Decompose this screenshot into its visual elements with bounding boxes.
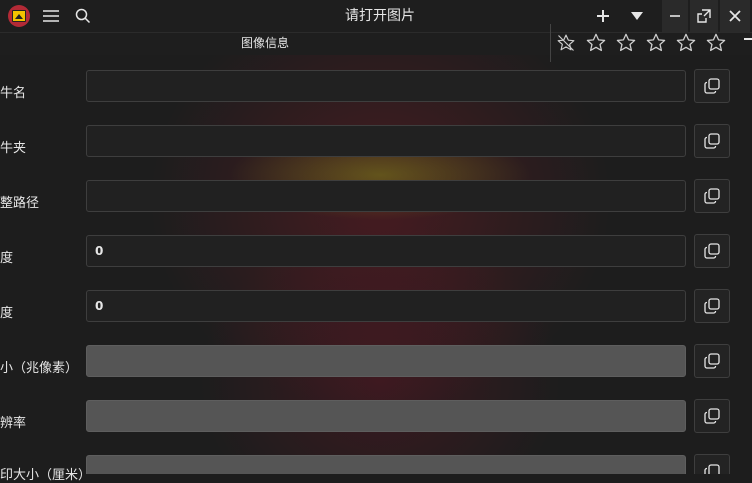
menu-icon[interactable] (38, 0, 64, 32)
star-icon[interactable] (701, 28, 731, 58)
clear-rating-icon[interactable] (551, 28, 581, 58)
row-label: 整路径 (0, 196, 40, 211)
copy-icon (704, 464, 720, 474)
info-field (86, 400, 686, 432)
copy-button[interactable] (694, 344, 730, 378)
panel-header: 图像信息 (0, 24, 752, 62)
info-field[interactable]: 0 (86, 290, 686, 322)
star-icon[interactable] (641, 28, 671, 58)
info-field[interactable] (86, 180, 686, 212)
star-icon[interactable] (671, 28, 701, 58)
app-logo-icon (8, 5, 30, 27)
copy-icon (704, 353, 720, 369)
copy-icon (704, 133, 720, 149)
info-field[interactable] (86, 70, 686, 102)
rating-stars (550, 24, 752, 62)
copy-button[interactable] (694, 124, 730, 158)
copy-button[interactable] (694, 69, 730, 103)
copy-icon (704, 298, 720, 314)
row-label: 度 (0, 306, 14, 321)
copy-button[interactable] (694, 179, 730, 213)
copy-icon (704, 243, 720, 259)
row-label: 牛名 (0, 86, 27, 101)
star-icon[interactable] (581, 28, 611, 58)
info-field[interactable] (86, 125, 686, 157)
window-title: 请打开图片 (345, 8, 415, 24)
row-label: 度 (0, 251, 14, 266)
panel-edge-marker (744, 38, 752, 40)
copy-button[interactable] (694, 399, 730, 433)
row-label: 牛夹 (0, 141, 27, 156)
copy-button[interactable] (694, 234, 730, 268)
copy-button[interactable] (694, 454, 730, 474)
info-field (86, 455, 686, 474)
copy-icon (704, 408, 720, 424)
search-icon[interactable] (70, 0, 96, 32)
row-label: 小（兆像素） (0, 361, 79, 376)
info-field[interactable]: 0 (86, 235, 686, 267)
copy-icon (704, 78, 720, 94)
panel-title: 图像信息 (240, 36, 289, 50)
copy-icon (704, 188, 720, 204)
info-field (86, 345, 686, 377)
row-label: 辨率 (0, 416, 27, 431)
copy-button[interactable] (694, 289, 730, 323)
star-icon[interactable] (611, 28, 641, 58)
